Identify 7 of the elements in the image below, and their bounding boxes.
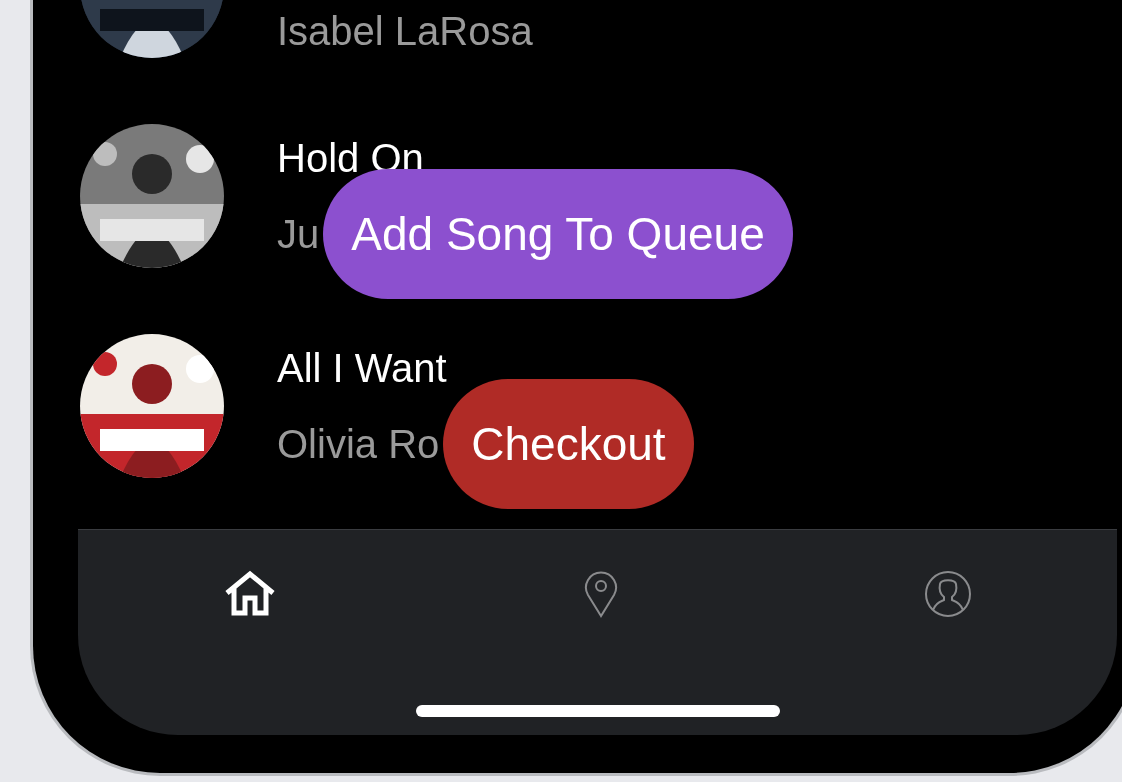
tab-button[interactable] (223, 570, 277, 618)
artist-name: Ju (277, 212, 320, 256)
artist-name: Isabel LaRosa (277, 9, 533, 53)
location-pin-icon (582, 570, 619, 618)
user-icon (924, 570, 972, 618)
home-icon (223, 570, 277, 616)
artist-name: Olivia Ro (277, 422, 440, 466)
